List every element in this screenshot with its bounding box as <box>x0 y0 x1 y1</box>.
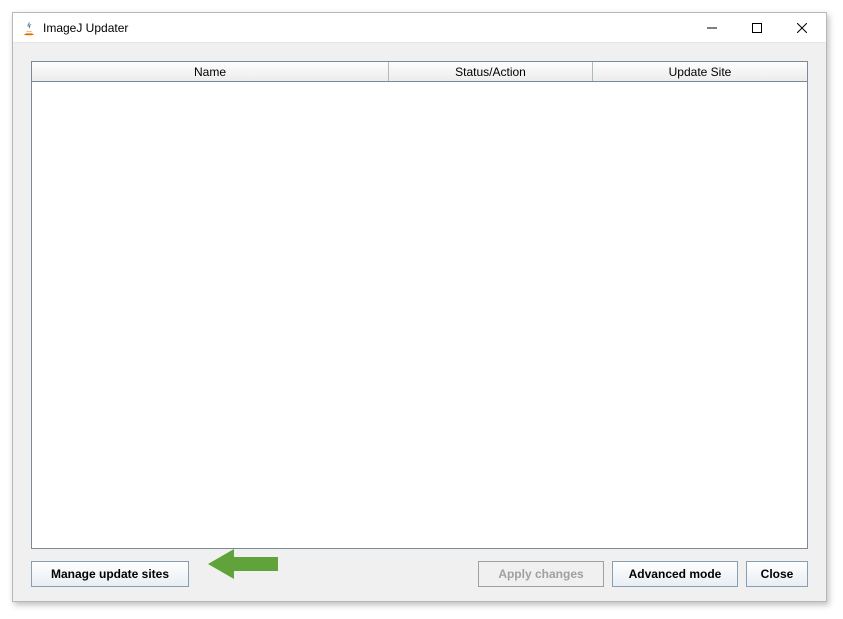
close-window-button[interactable] <box>779 13 824 42</box>
java-app-icon <box>21 20 37 36</box>
apply-changes-button: Apply changes <box>478 561 604 587</box>
close-button[interactable]: Close <box>746 561 808 587</box>
table-body[interactable] <box>32 82 807 548</box>
table-header-row: Name Status/Action Update Site <box>32 62 807 82</box>
window-controls <box>689 13 824 42</box>
titlebar[interactable]: ImageJ Updater <box>13 13 826 43</box>
maximize-button[interactable] <box>734 13 779 42</box>
button-bar: Manage update sites Apply changes Advanc… <box>31 549 808 591</box>
updates-table[interactable]: Name Status/Action Update Site <box>31 61 808 549</box>
minimize-button[interactable] <box>689 13 734 42</box>
column-header-status[interactable]: Status/Action <box>389 62 593 81</box>
content-area: Name Status/Action Update Site Manage up… <box>13 43 826 601</box>
column-header-name[interactable]: Name <box>32 62 389 81</box>
manage-update-sites-button[interactable]: Manage update sites <box>31 561 189 587</box>
window-frame: ImageJ Updater Name Status/Action Update… <box>12 12 827 602</box>
column-header-update-site[interactable]: Update Site <box>593 62 807 81</box>
window-title: ImageJ Updater <box>43 21 689 35</box>
advanced-mode-button[interactable]: Advanced mode <box>612 561 738 587</box>
